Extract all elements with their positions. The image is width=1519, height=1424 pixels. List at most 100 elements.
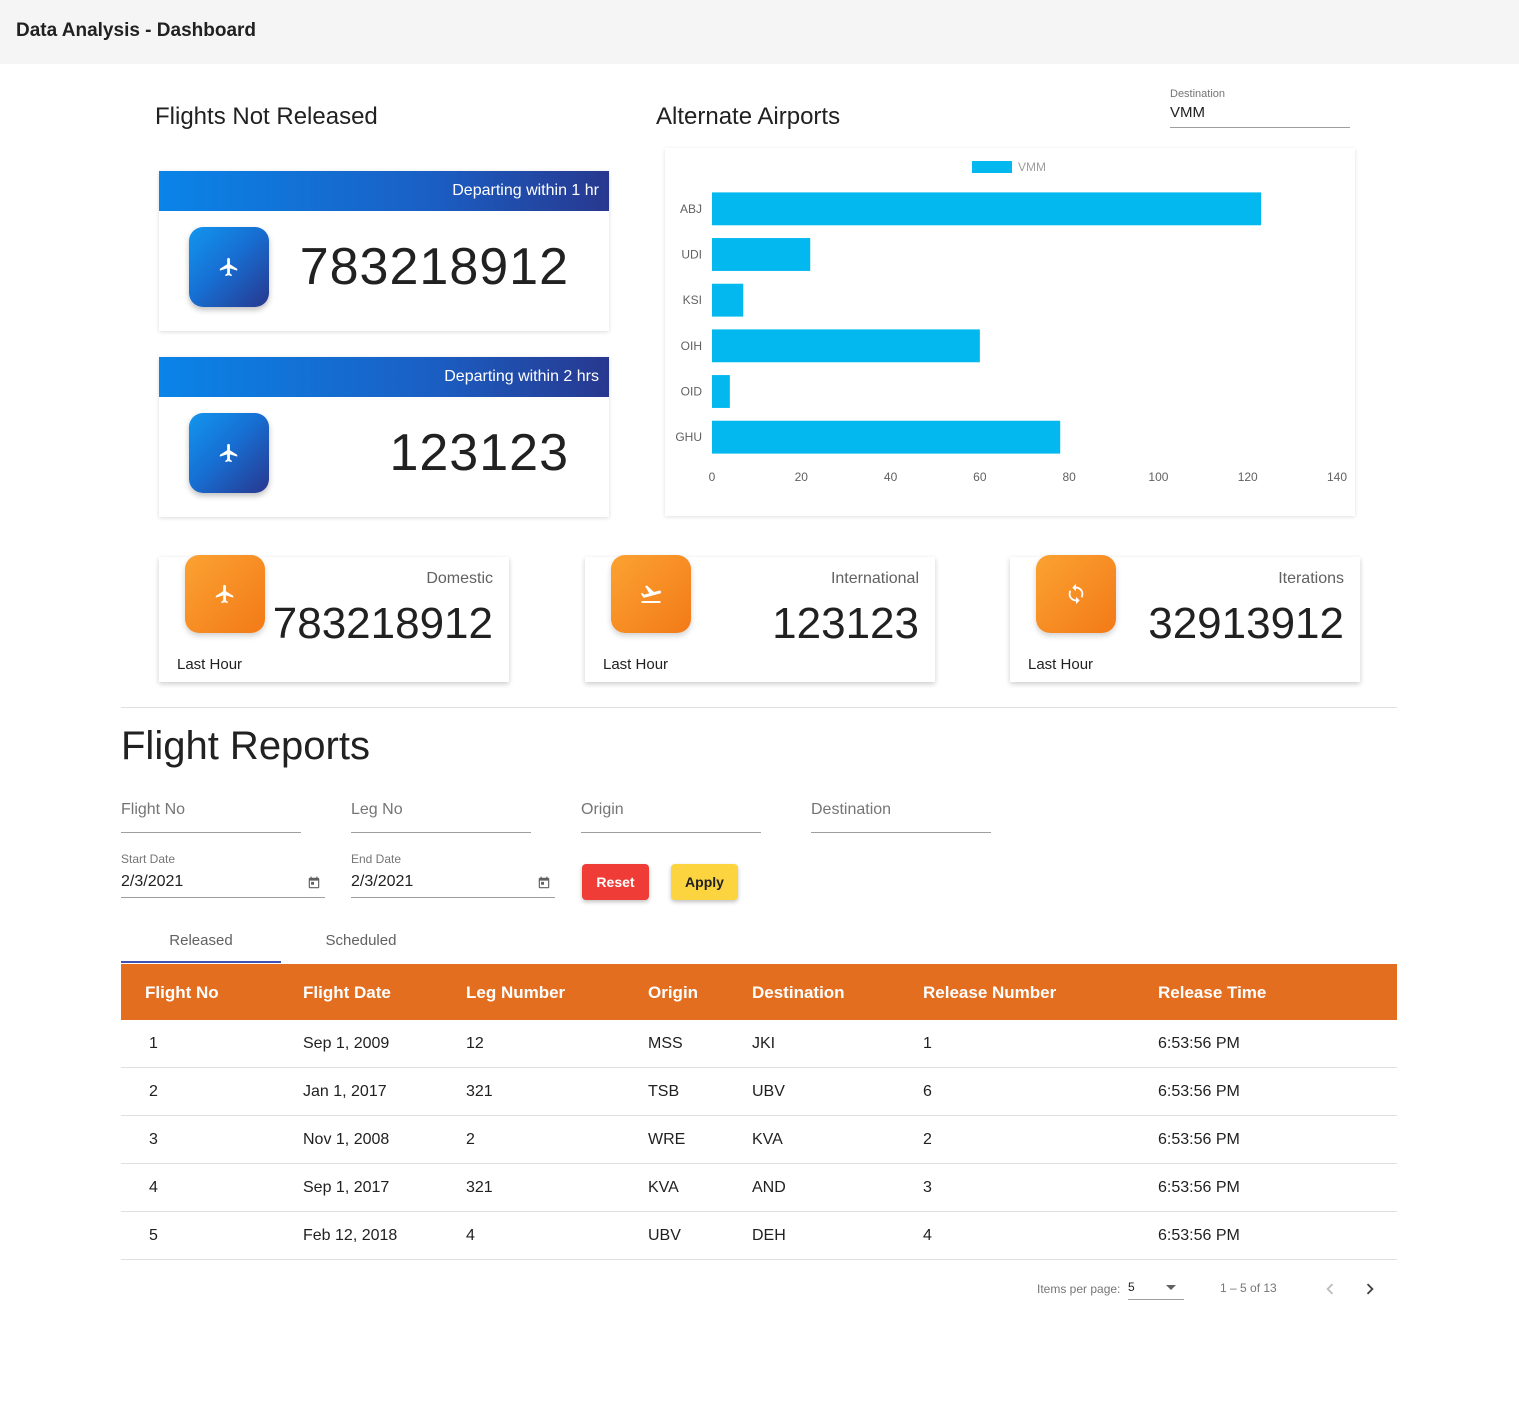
column-header[interactable]: Release Number [923, 983, 1056, 1003]
category-label: OIH [681, 339, 702, 353]
calendar-icon[interactable] [537, 876, 551, 890]
destination-select-label: Destination [1170, 88, 1226, 100]
table-cell: 321 [466, 1083, 493, 1100]
bar-oih[interactable] [712, 329, 980, 363]
table-cell: UBV [648, 1227, 681, 1244]
iterations-value: 32913912 [1148, 599, 1344, 648]
table-cell: DEH [752, 1227, 786, 1244]
domestic-card: Domestic 783218912 Last Hour [159, 555, 509, 682]
start-date-field[interactable]: Start Date 2/3/2021 [121, 852, 325, 898]
table-row[interactable]: 5 Feb 12, 2018 4 UBV DEH 4 6:53:56 PM [121, 1212, 1397, 1260]
table-cell: KVA [752, 1131, 783, 1148]
table-cell: Sep 1, 2009 [303, 1035, 390, 1052]
table-cell: 1 [923, 1035, 932, 1052]
leg-no-input[interactable]: Leg No [351, 793, 531, 833]
flight-no-input[interactable]: Flight No [121, 793, 301, 833]
bar-oid[interactable] [712, 375, 730, 408]
iterations-label: Iterations [1278, 570, 1344, 587]
iterations-footer: Last Hour [1028, 656, 1094, 673]
flight-reports-title: Flight Reports [121, 724, 370, 768]
previous-page-button[interactable] [1319, 1278, 1341, 1300]
destination-select-value: VMM [1170, 104, 1205, 121]
reset-button[interactable]: Reset [582, 864, 649, 900]
category-label: OID [681, 385, 703, 399]
column-header[interactable]: Leg Number [466, 983, 565, 1003]
table-cell: 2 [923, 1131, 932, 1148]
bar-ghu[interactable] [712, 420, 1061, 454]
start-date-label: Start Date [121, 852, 176, 866]
column-header[interactable]: Flight No [145, 983, 219, 1003]
x-tick-label: 80 [1062, 470, 1076, 484]
chevron-left-icon [1326, 1283, 1334, 1295]
x-tick-label: 0 [709, 470, 716, 484]
x-tick-label: 120 [1238, 470, 1258, 484]
bar-udi[interactable] [712, 238, 811, 271]
international-value: 123123 [772, 599, 919, 648]
bar-abj[interactable] [712, 192, 1262, 226]
next-page-button[interactable] [1359, 1278, 1381, 1300]
column-header[interactable]: Origin [648, 983, 698, 1003]
destination-input[interactable]: Destination [811, 793, 991, 833]
apply-button[interactable]: Apply [671, 864, 738, 900]
table-cell: 3 [149, 1131, 158, 1148]
x-tick-label: 40 [884, 470, 898, 484]
domestic-label: Domestic [426, 570, 493, 587]
table-cell: UBV [752, 1083, 785, 1100]
page-range: 1 – 5 of 13 [1220, 1281, 1277, 1295]
table-cell: Feb 12, 2018 [303, 1227, 398, 1244]
table-cell: 6:53:56 PM [1158, 1131, 1240, 1148]
end-date-value: 2/3/2021 [351, 873, 414, 890]
table-cell: Sep 1, 2017 [303, 1179, 390, 1196]
app-toolbar: Data Analysis - Dashboard [0, 0, 1519, 64]
table-cell: 6:53:56 PM [1158, 1179, 1240, 1196]
table-cell: Nov 1, 2008 [303, 1131, 390, 1148]
calendar-icon[interactable] [307, 876, 321, 890]
table-row[interactable]: 2 Jan 1, 2017 321 TSB UBV 6 6:53:56 PM [121, 1068, 1397, 1116]
table-cell: MSS [648, 1035, 683, 1052]
table-cell: 2 [466, 1131, 475, 1148]
flight-reports-table: Flight No Flight Date Leg Number Origin … [121, 964, 1397, 1260]
international-card: International 123123 Last Hour [585, 555, 935, 682]
table-cell: 4 [466, 1227, 475, 1244]
table-cell: 4 [149, 1179, 158, 1196]
iterations-card: Iterations 32913912 Last Hour [1010, 555, 1360, 682]
table-cell: 321 [466, 1179, 493, 1196]
category-label: UDI [681, 248, 702, 262]
table-cell: 1 [149, 1035, 158, 1052]
airplane-icon [189, 413, 269, 493]
start-date-value: 2/3/2021 [121, 873, 184, 890]
tab-scheduled[interactable]: Scheduled [281, 920, 441, 963]
international-label: International [830, 570, 919, 587]
destination-select[interactable]: Destination VMM [1170, 88, 1350, 128]
table-cell: Jan 1, 2017 [303, 1083, 387, 1100]
table-row[interactable]: 1 Sep 1, 2009 12 MSS JKI 1 6:53:56 PM [121, 1020, 1397, 1068]
bar-ksi[interactable] [712, 283, 744, 317]
page-size-select[interactable]: 5 [1128, 1280, 1184, 1300]
alternate-airports-chart: VMM ABJ UDI KSI OIH OID GHU 0 20 40 60 80 100 120 140 [665, 148, 1355, 516]
column-header[interactable]: Destination [752, 983, 845, 1003]
column-header[interactable]: Release Time [1158, 983, 1266, 1003]
table-cell: JKI [752, 1035, 776, 1052]
table-cell: 12 [466, 1035, 484, 1052]
x-tick-label: 20 [795, 470, 809, 484]
alternate-airports-title: Alternate Airports [656, 103, 841, 130]
table-row[interactable]: 3 Nov 1, 2008 2 WRE KVA 2 6:53:56 PM [121, 1116, 1397, 1164]
flights-not-released-title: Flights Not Released [155, 103, 378, 130]
tab-released[interactable]: Released [121, 920, 281, 963]
column-header[interactable]: Flight Date [303, 983, 391, 1003]
international-footer: Last Hour [603, 656, 669, 673]
table-row[interactable]: 4 Sep 1, 2017 321 KVA AND 3 6:53:56 PM [121, 1164, 1397, 1212]
table-header: Flight No Flight Date Leg Number Origin … [121, 964, 1397, 1020]
table-cell: 5 [149, 1227, 158, 1244]
table-cell: 3 [923, 1179, 932, 1196]
x-tick-label: 60 [973, 470, 987, 484]
destination-placeholder: Destination [811, 801, 892, 818]
table-cell: KVA [648, 1179, 679, 1196]
end-date-field[interactable]: End Date 2/3/2021 [351, 852, 555, 898]
flight-no-placeholder: Flight No [121, 801, 186, 818]
origin-input[interactable]: Origin [581, 793, 761, 833]
section-divider [121, 707, 1397, 708]
table-cell: 6:53:56 PM [1158, 1083, 1240, 1100]
departing-2hrs-header: Departing within 2 hrs [159, 357, 609, 397]
x-tick-label: 100 [1148, 470, 1168, 484]
